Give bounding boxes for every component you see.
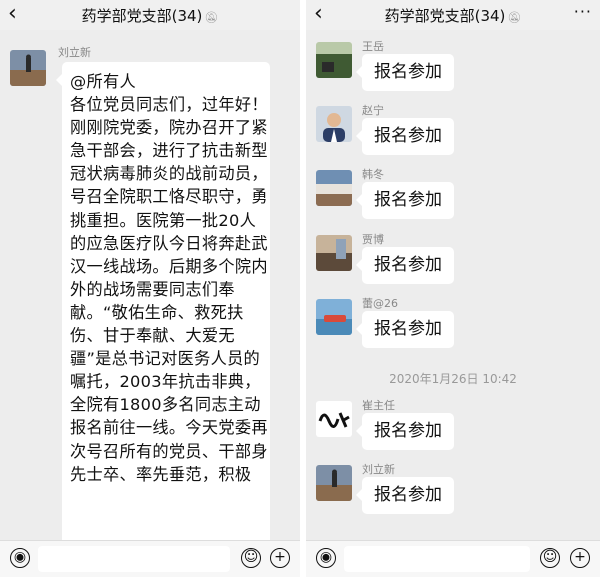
avatar[interactable] [316, 42, 352, 78]
sender-name: 王岳 [362, 40, 384, 53]
input-bar: ◉ ☺ + [0, 540, 300, 577]
sender-name: 刘立新 [362, 463, 395, 476]
message-text: 报名参加 [374, 255, 442, 275]
message-text: @所有人 各位党员同志们，过年好！刚刚院党委，院办召开了紧急干部会，进行了抗击新… [70, 72, 268, 484]
right-chat-panel: ‹ 药学部党支部(34) 🔕︎ ··· 王岳 报名参加 赵宁 报名参加 韩冬 报… [306, 0, 600, 577]
plus-icon[interactable]: + [570, 548, 590, 568]
voice-icon[interactable]: ◉ [10, 548, 30, 568]
message-text: 报名参加 [374, 62, 442, 82]
chat-title: 药学部党支部(34) 🔕︎ [0, 5, 300, 26]
sender-name: 刘立新 [58, 46, 91, 59]
bell-off-icon: 🔕︎ [507, 11, 522, 24]
sender-name: 韩冬 [362, 168, 384, 181]
message-bubble[interactable]: 报名参加 [356, 54, 454, 91]
message-input[interactable] [344, 546, 530, 572]
sender-name: 崔主任 [362, 399, 395, 412]
left-chat-panel: ‹ 药学部党支部(34) 🔕︎ 刘立新 @所有人 各位党员同志们，过年好！刚刚院党… [0, 0, 300, 577]
avatar[interactable] [316, 401, 352, 437]
sender-name: 赵宁 [362, 104, 384, 117]
chat-title-text: 药学部党支部(34) [384, 7, 506, 25]
message-bubble[interactable]: 报名参加 [356, 413, 454, 450]
input-bar: ◉ ☺ + [306, 540, 600, 577]
sender-name: 贾博 [362, 233, 384, 246]
avatar[interactable] [316, 170, 352, 206]
message-bubble[interactable]: 报名参加 [356, 182, 454, 219]
message-bubble[interactable]: 报名参加 [356, 311, 454, 348]
message-bubble[interactable]: 报名参加 [356, 247, 454, 284]
avatar[interactable] [316, 106, 352, 142]
message-text: 报名参加 [374, 190, 442, 210]
emoji-icon[interactable]: ☺ [540, 548, 560, 568]
message-text: 报名参加 [374, 485, 442, 505]
message-input[interactable] [38, 546, 230, 572]
message-text: 报名参加 [374, 319, 442, 339]
emoji-icon[interactable]: ☺ [241, 548, 261, 568]
message-text: 报名参加 [374, 421, 442, 441]
nav-bar: ‹ 药学部党支部(34) 🔕︎ ··· [306, 0, 600, 30]
message-bubble[interactable]: 报名参加 [356, 118, 454, 155]
avatar[interactable] [10, 50, 46, 86]
message-bubble[interactable]: 报名参加 [356, 477, 454, 514]
sender-name: 蕾@26 [362, 297, 398, 310]
bell-off-icon: 🔕︎ [204, 11, 219, 24]
avatar[interactable] [316, 235, 352, 271]
avatar[interactable] [316, 299, 352, 335]
chat-title: 药学部党支部(34) 🔕︎ [306, 5, 600, 26]
message-text: 报名参加 [374, 126, 442, 146]
message-bubble[interactable]: @所有人 各位党员同志们，过年好！刚刚院党委，院办召开了紧急干部会，进行了抗击新… [56, 62, 270, 577]
chat-title-text: 药学部党支部(34) [81, 7, 203, 25]
timestamp: 2020年1月26日 10:42 [389, 372, 517, 386]
voice-icon[interactable]: ◉ [316, 548, 336, 568]
nav-bar: ‹ 药学部党支部(34) 🔕︎ [0, 0, 300, 30]
avatar[interactable] [316, 465, 352, 501]
plus-icon[interactable]: + [270, 548, 290, 568]
more-icon[interactable]: ··· [574, 2, 592, 21]
